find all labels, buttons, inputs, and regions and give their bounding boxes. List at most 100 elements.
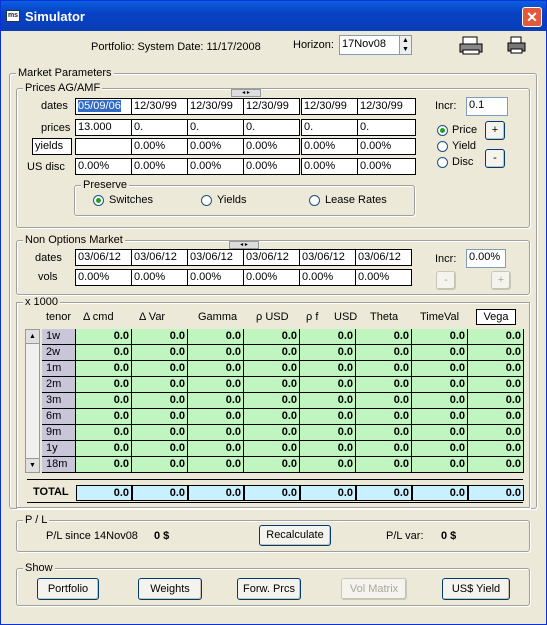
usdisc-cell-2[interactable]: 0.00%: [131, 158, 188, 175]
usdisc-cell-1[interactable]: 0.00%: [75, 158, 132, 175]
greek-value-cell[interactable]: 0.0: [356, 361, 412, 377]
nonopt-date-4[interactable]: 03/06/12: [243, 249, 300, 266]
date-cell-2[interactable]: 12/30/99: [131, 98, 188, 115]
greek-value-cell[interactable]: 0.0: [300, 409, 356, 425]
usdisc-cell-4[interactable]: 0.00%: [243, 158, 300, 175]
greek-value-cell[interactable]: 0.0: [356, 441, 412, 457]
greek-value-cell[interactable]: 0.0: [132, 377, 188, 393]
greek-value-cell[interactable]: 0.0: [244, 329, 300, 345]
yield-cell-2[interactable]: 0.00%: [131, 138, 188, 155]
yield-cell-1[interactable]: [75, 138, 132, 155]
radio-lease-rates[interactable]: [309, 195, 320, 206]
greek-value-cell[interactable]: 0.0: [356, 345, 412, 361]
greek-value-cell[interactable]: 0.0: [412, 425, 468, 441]
greek-value-cell[interactable]: 0.0: [132, 409, 188, 425]
greek-value-cell[interactable]: 0.0: [412, 441, 468, 457]
greek-value-cell[interactable]: 0.0: [300, 393, 356, 409]
greek-value-cell[interactable]: 0.0: [188, 329, 244, 345]
radio-yields[interactable]: [201, 195, 212, 206]
greek-value-cell[interactable]: 0.0: [244, 361, 300, 377]
nonopt-incr-input[interactable]: 0.00%: [466, 249, 506, 268]
greek-value-cell[interactable]: 0.0: [76, 393, 132, 409]
greek-value-cell[interactable]: 0.0: [356, 457, 412, 473]
weights-button[interactable]: Weights: [138, 578, 202, 600]
greek-value-cell[interactable]: 0.0: [468, 409, 524, 425]
greek-value-cell[interactable]: 0.0: [132, 345, 188, 361]
price-cell-2[interactable]: 0.: [131, 119, 188, 136]
incr-input[interactable]: 0.1: [466, 97, 508, 116]
nonopt-scroll-arrows[interactable]: ◂ ▸: [229, 241, 259, 249]
vol-cell-1[interactable]: 0.00%: [75, 269, 132, 286]
greek-value-cell[interactable]: 0.0: [468, 329, 524, 345]
nonopt-minus-button[interactable]: -: [436, 271, 456, 290]
col-vega-selected[interactable]: Vega: [476, 309, 516, 325]
greek-value-cell[interactable]: 0.0: [244, 425, 300, 441]
usdisc-cell-3[interactable]: 0.00%: [187, 158, 244, 175]
price-minus-button[interactable]: -: [485, 149, 505, 168]
radio-switches[interactable]: [93, 195, 104, 206]
usdisc-cell-5[interactable]: 0.00%: [301, 158, 358, 175]
greek-value-cell[interactable]: 0.0: [132, 393, 188, 409]
greek-value-cell[interactable]: 0.0: [356, 409, 412, 425]
greek-value-cell[interactable]: 0.0: [300, 345, 356, 361]
greek-value-cell[interactable]: 0.0: [188, 393, 244, 409]
title-bar[interactable]: ms Simulator ✕: [1, 1, 546, 31]
nonopt-date-6[interactable]: 03/06/12: [355, 249, 412, 266]
price-cell-1[interactable]: 13.000: [75, 119, 132, 136]
greek-value-cell[interactable]: 0.0: [468, 393, 524, 409]
greek-value-cell[interactable]: 0.0: [188, 345, 244, 361]
greek-value-cell[interactable]: 0.0: [244, 457, 300, 473]
greek-value-cell[interactable]: 0.0: [76, 409, 132, 425]
greek-value-cell[interactable]: 0.0: [300, 441, 356, 457]
greek-value-cell[interactable]: 0.0: [412, 345, 468, 361]
greek-value-cell[interactable]: 0.0: [356, 377, 412, 393]
greek-value-cell[interactable]: 0.0: [76, 345, 132, 361]
nonopt-date-1[interactable]: 03/06/12: [75, 249, 132, 266]
vol-cell-3[interactable]: 0.00%: [187, 269, 244, 286]
greek-value-cell[interactable]: 0.0: [132, 425, 188, 441]
greek-value-cell[interactable]: 0.0: [412, 329, 468, 345]
greek-value-cell[interactable]: 0.0: [188, 377, 244, 393]
greek-value-cell[interactable]: 0.0: [244, 345, 300, 361]
greek-value-cell[interactable]: 0.0: [76, 329, 132, 345]
greek-value-cell[interactable]: 0.0: [468, 345, 524, 361]
nonopt-date-3[interactable]: 03/06/12: [187, 249, 244, 266]
greek-value-cell[interactable]: 0.0: [76, 377, 132, 393]
greek-value-cell[interactable]: 0.0: [356, 329, 412, 345]
greek-value-cell[interactable]: 0.0: [76, 425, 132, 441]
radio-price[interactable]: [437, 125, 448, 136]
vol-cell-5[interactable]: 0.00%: [299, 269, 356, 286]
greek-value-cell[interactable]: 0.0: [300, 361, 356, 377]
greek-value-cell[interactable]: 0.0: [132, 457, 188, 473]
greek-value-cell[interactable]: 0.0: [76, 457, 132, 473]
greek-value-cell[interactable]: 0.0: [468, 441, 524, 457]
close-button[interactable]: ✕: [522, 7, 542, 27]
yield-cell-6[interactable]: 0.00%: [357, 138, 416, 155]
vol-cell-6[interactable]: 0.00%: [355, 269, 412, 286]
greek-value-cell[interactable]: 0.0: [188, 457, 244, 473]
print-preview-icon[interactable]: [459, 35, 485, 55]
greek-value-cell[interactable]: 0.0: [244, 393, 300, 409]
price-cell-4[interactable]: 0.: [243, 119, 300, 136]
greek-value-cell[interactable]: 0.0: [412, 361, 468, 377]
radio-yield[interactable]: [437, 141, 448, 152]
greek-value-cell[interactable]: 0.0: [76, 441, 132, 457]
yield-cell-4[interactable]: 0.00%: [243, 138, 300, 155]
vol-cell-2[interactable]: 0.00%: [131, 269, 188, 286]
prices-scroll-arrows[interactable]: ◂ ▸: [231, 89, 261, 97]
greek-value-cell[interactable]: 0.0: [412, 409, 468, 425]
greek-value-cell[interactable]: 0.0: [132, 329, 188, 345]
horizon-spinner[interactable]: ▲ ▼: [399, 35, 412, 55]
greek-value-cell[interactable]: 0.0: [356, 425, 412, 441]
greek-value-cell[interactable]: 0.0: [412, 377, 468, 393]
greek-value-cell[interactable]: 0.0: [468, 457, 524, 473]
portfolio-button[interactable]: Portfolio: [37, 578, 99, 600]
greek-value-cell[interactable]: 0.0: [412, 393, 468, 409]
greek-value-cell[interactable]: 0.0: [300, 457, 356, 473]
greek-value-cell[interactable]: 0.0: [76, 361, 132, 377]
greek-value-cell[interactable]: 0.0: [188, 441, 244, 457]
date-cell-5[interactable]: 12/30/99: [301, 98, 358, 115]
date-cell-4[interactable]: 12/30/99: [243, 98, 300, 115]
price-plus-button[interactable]: +: [485, 121, 505, 140]
greek-value-cell[interactable]: 0.0: [188, 425, 244, 441]
